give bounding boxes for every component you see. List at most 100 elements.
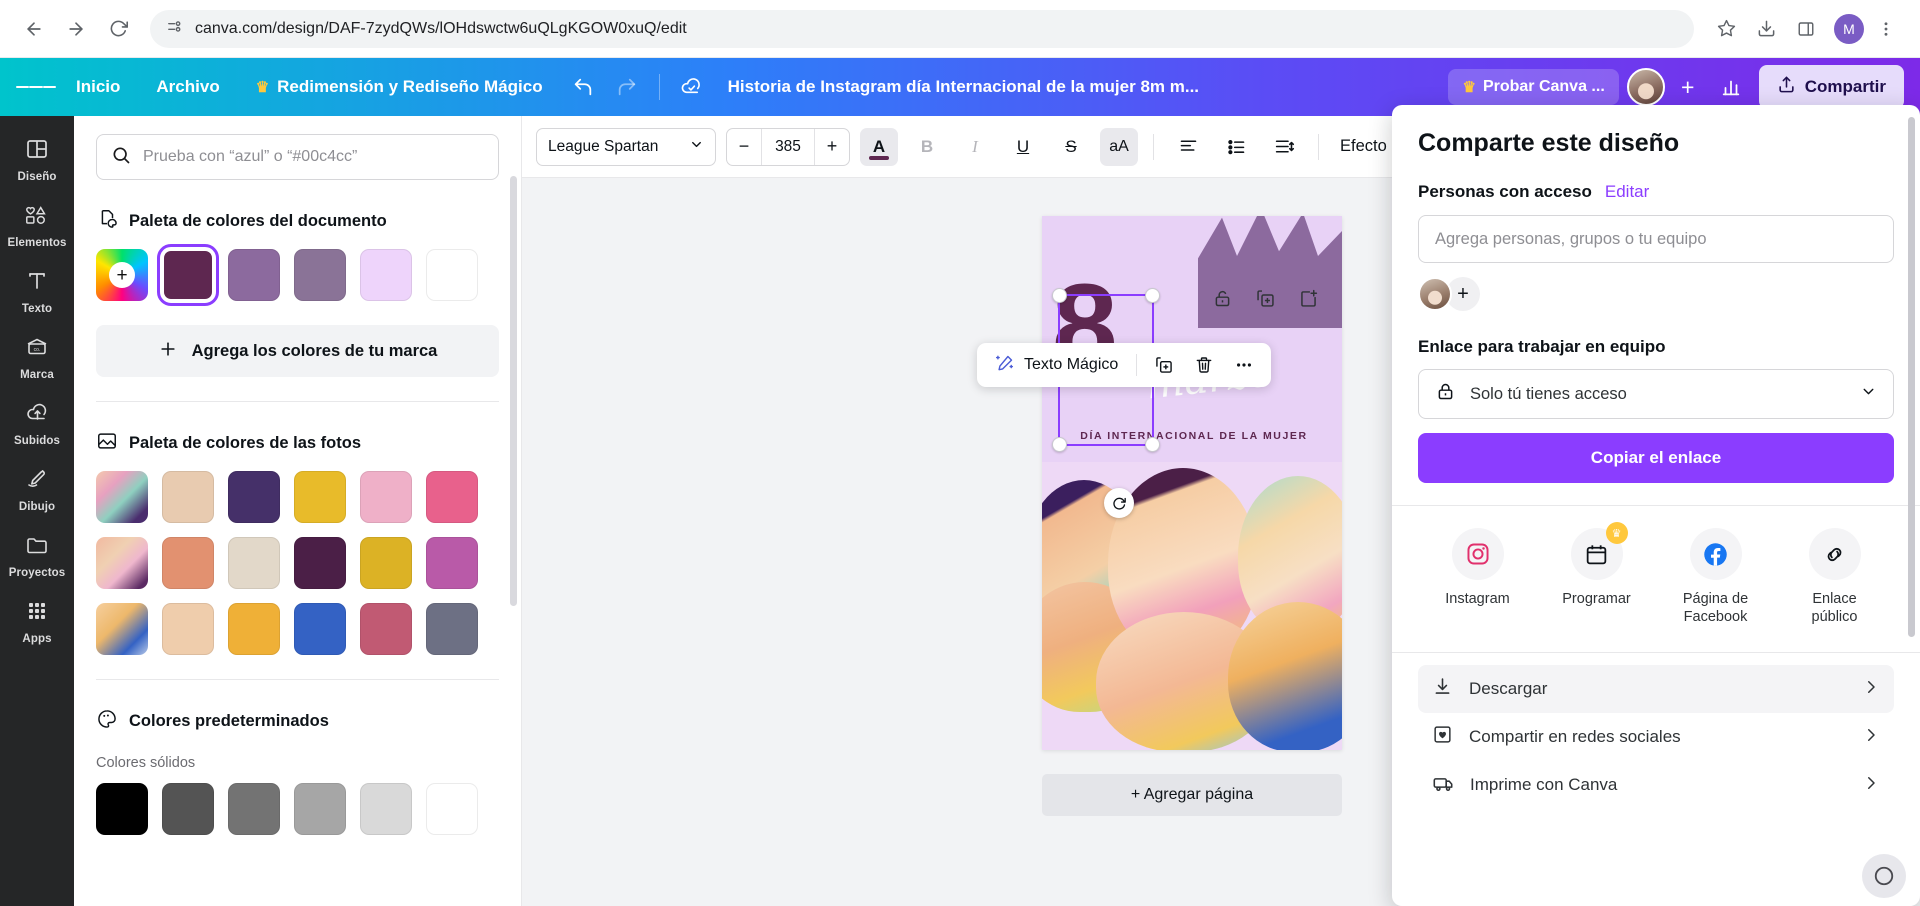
share-panel-scrollbar[interactable] <box>1908 117 1915 637</box>
avatar[interactable] <box>1418 277 1452 311</box>
color-swatch[interactable] <box>162 537 214 589</box>
share-target-programar[interactable]: ♛ Programar <box>1537 522 1656 626</box>
download-icon[interactable] <box>1748 11 1784 47</box>
side-panel-icon[interactable] <box>1788 11 1824 47</box>
color-swatch[interactable] <box>294 471 346 523</box>
color-swatch[interactable] <box>426 249 478 301</box>
design-subtitle[interactable]: DÍA INTERNACIONAL DE LA MUJER <box>1054 430 1334 442</box>
browser-profile-avatar[interactable]: M <box>1834 13 1864 44</box>
color-swatch[interactable] <box>426 471 478 523</box>
cloud-check-icon[interactable] <box>672 67 712 107</box>
color-swatch[interactable] <box>157 244 219 306</box>
font-size-increase-button[interactable]: + <box>815 129 849 165</box>
sidebar-item-subidos[interactable]: Subidos <box>4 392 70 454</box>
photo-thumbnail[interactable] <box>96 537 148 589</box>
color-swatch[interactable] <box>294 603 346 655</box>
help-button[interactable] <box>1862 854 1906 898</box>
align-left-icon[interactable] <box>1169 128 1207 166</box>
text-color-button[interactable]: A <box>860 127 898 166</box>
menu-item-compartir-redes[interactable]: Compartir en redes sociales <box>1418 713 1894 761</box>
copy-link-button[interactable]: Copiar el enlace <box>1418 433 1894 483</box>
bullet-list-icon[interactable] <box>1217 128 1255 166</box>
color-swatch[interactable] <box>294 537 346 589</box>
color-swatch[interactable] <box>294 783 346 835</box>
line-spacing-icon[interactable] <box>1265 128 1303 166</box>
color-swatch[interactable] <box>294 249 346 301</box>
font-size-stepper[interactable]: − 385 + <box>726 127 850 166</box>
share-target-facebook[interactable]: Página de Facebook <box>1656 528 1775 626</box>
document-title[interactable]: Historia de Instagram día Internacional … <box>716 69 1211 105</box>
font-size-decrease-button[interactable]: − <box>727 129 761 165</box>
effects-button[interactable]: Efecto <box>1334 137 1393 156</box>
duplicate-page-icon[interactable] <box>1255 288 1276 314</box>
color-swatch[interactable] <box>360 783 412 835</box>
panel-scrollbar[interactable] <box>510 176 517 606</box>
color-swatch[interactable] <box>228 603 280 655</box>
duplicate-icon[interactable] <box>1147 348 1181 382</box>
topbar-home[interactable]: Inicio <box>60 69 136 105</box>
menu-item-imprime-canva[interactable]: Imprime con Canva <box>1418 761 1894 809</box>
color-swatch[interactable] <box>426 603 478 655</box>
color-swatch[interactable] <box>360 471 412 523</box>
sidebar-item-proyectos[interactable]: Proyectos <box>4 524 70 586</box>
forward-arrow-icon[interactable] <box>58 11 94 47</box>
design-illustration[interactable] <box>1042 462 1342 750</box>
magic-text-button[interactable]: Texto Mágico <box>987 353 1126 378</box>
font-family-select[interactable]: League Spartan <box>536 127 716 166</box>
reload-icon[interactable] <box>100 11 136 47</box>
strikethrough-button[interactable]: S <box>1052 128 1090 166</box>
color-swatch[interactable] <box>228 471 280 523</box>
lock-icon[interactable] <box>1212 288 1233 314</box>
add-people-input[interactable]: Agrega personas, grupos o tu equipo <box>1418 215 1894 263</box>
topbar-file[interactable]: Archivo <box>140 69 235 105</box>
color-search-input[interactable]: Prueba con “azul” o “#00c4cc” <box>96 134 499 180</box>
add-page-button[interactable]: + Agregar página <box>1042 774 1342 816</box>
access-level-select[interactable]: Solo tú tienes acceso <box>1418 369 1894 419</box>
back-arrow-icon[interactable] <box>16 11 52 47</box>
italic-button[interactable]: I <box>956 128 994 166</box>
site-settings-icon[interactable] <box>166 18 183 40</box>
share-target-instagram[interactable]: Instagram <box>1418 528 1537 626</box>
redo-icon[interactable] <box>607 67 647 107</box>
add-collaborator-button[interactable]: + <box>1673 72 1703 102</box>
edit-access-link[interactable]: Editar <box>1605 182 1649 202</box>
sidebar-item-marca[interactable]: co. Marca <box>4 326 70 388</box>
bold-button[interactable]: B <box>908 128 946 166</box>
color-swatch[interactable] <box>96 783 148 835</box>
photo-thumbnail[interactable] <box>96 471 148 523</box>
color-swatch[interactable] <box>360 537 412 589</box>
color-swatch[interactable] <box>360 249 412 301</box>
bar-chart-icon[interactable] <box>1711 67 1751 107</box>
color-swatch[interactable] <box>162 471 214 523</box>
topbar-magic-resize[interactable]: ♛ Redimensión y Rediseño Mágico <box>240 69 559 105</box>
trash-icon[interactable] <box>1187 348 1221 382</box>
color-swatch[interactable] <box>426 783 478 835</box>
color-swatch[interactable] <box>228 537 280 589</box>
add-color-button[interactable]: + <box>96 249 148 301</box>
more-horizontal-icon[interactable] <box>1227 348 1261 382</box>
color-swatch[interactable] <box>162 783 214 835</box>
color-swatch[interactable] <box>228 783 280 835</box>
color-swatch[interactable] <box>426 537 478 589</box>
share-button[interactable]: Compartir <box>1758 65 1904 109</box>
text-case-button[interactable]: aA <box>1100 127 1138 166</box>
sidebar-item-apps[interactable]: Apps <box>4 590 70 652</box>
hamburger-menu-icon[interactable] <box>16 67 56 107</box>
sidebar-item-elementos[interactable]: Elementos <box>4 194 70 256</box>
rotate-icon[interactable] <box>1104 488 1134 518</box>
kebab-menu-icon[interactable] <box>1868 11 1904 47</box>
underline-button[interactable]: U <box>1004 128 1042 166</box>
add-page-icon[interactable] <box>1298 288 1319 314</box>
address-bar[interactable]: canva.com/design/DAF-7zydQWs/lOHdswctw6u… <box>150 9 1694 48</box>
color-swatch[interactable] <box>360 603 412 655</box>
sidebar-item-diseno[interactable]: Diseño <box>4 128 70 190</box>
font-size-value[interactable]: 385 <box>761 128 815 165</box>
add-brand-colors-button[interactable]: Agrega los colores de tu marca <box>96 325 499 377</box>
sidebar-item-texto[interactable]: Texto <box>4 260 70 322</box>
sidebar-item-dibujo[interactable]: Dibujo <box>4 458 70 520</box>
share-target-public-link[interactable]: Enlace público <box>1775 528 1894 626</box>
photo-thumbnail[interactable] <box>96 603 148 655</box>
try-canva-pro-button[interactable]: ♛ Probar Canva ... <box>1448 69 1619 105</box>
color-swatch[interactable] <box>228 249 280 301</box>
avatar[interactable] <box>1626 68 1665 106</box>
